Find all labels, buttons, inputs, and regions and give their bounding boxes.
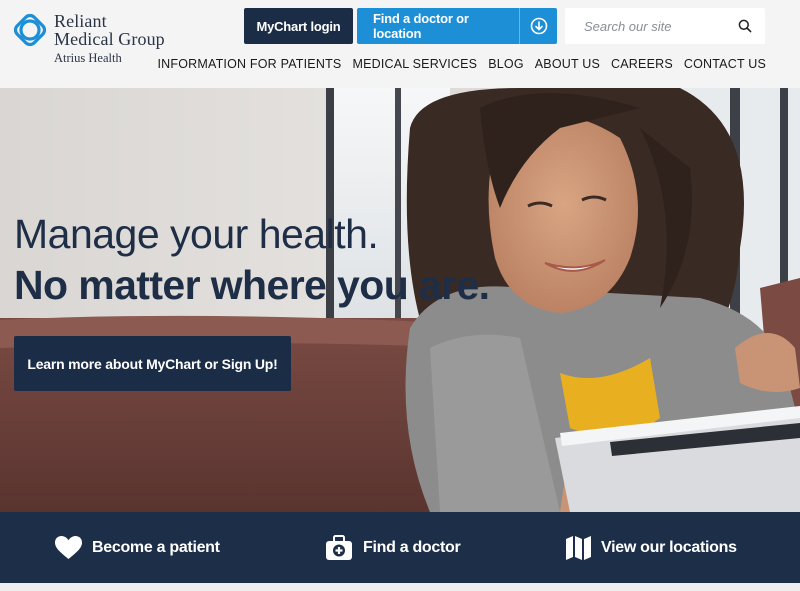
mychart-login-label: MyChart login <box>256 18 341 34</box>
main-nav: INFORMATION FOR PATIENTS MEDICAL SERVICE… <box>146 57 766 71</box>
become-patient-link[interactable]: Become a patient <box>55 512 220 583</box>
logo-line-reliant: Reliant <box>54 11 107 31</box>
find-doctor-location-label: Find a doctor or location <box>373 11 469 41</box>
find-doctor-location-button[interactable]: Find a doctor or location <box>357 8 557 44</box>
heart-icon <box>55 535 82 560</box>
site-search <box>565 8 765 44</box>
page-bottom-strip <box>0 583 800 591</box>
circle-arrow-down-icon[interactable] <box>519 8 557 44</box>
nav-item-contact-us[interactable]: CONTACT US <box>684 57 766 71</box>
medical-kit-icon <box>325 534 353 561</box>
hero-subheadline: No matter where you are. <box>14 262 490 308</box>
become-patient-label: Become a patient <box>92 538 220 556</box>
view-locations-link[interactable]: View our locations <box>566 512 737 583</box>
map-icon <box>566 535 591 560</box>
mychart-signup-button[interactable]: Learn more about MyChart or Sign Up! <box>14 336 291 391</box>
nav-item-information-for-patients[interactable]: INFORMATION FOR PATIENTS <box>157 57 341 71</box>
mychart-signup-label: Learn more about MyChart or Sign Up! <box>27 355 278 372</box>
hero-banner: Manage your health. No matter where you … <box>0 88 800 512</box>
find-doctor-link[interactable]: Find a doctor <box>325 512 461 583</box>
logo[interactable]: Reliant Medical Group Atrius Health <box>12 12 165 66</box>
search-icon[interactable] <box>730 19 760 33</box>
logo-line-medical-group: Medical Group <box>54 29 165 49</box>
site-header: Reliant Medical Group Atrius Health MyCh… <box>0 0 800 88</box>
search-input[interactable] <box>565 18 730 34</box>
mychart-login-button[interactable]: MyChart login <box>244 8 353 44</box>
nav-item-blog[interactable]: BLOG <box>488 57 524 71</box>
nav-item-careers[interactable]: CAREERS <box>611 57 673 71</box>
nav-item-medical-services[interactable]: MEDICAL SERVICES <box>352 57 477 71</box>
view-locations-label: View our locations <box>601 538 737 556</box>
find-doctor-label: Find a doctor <box>363 538 461 556</box>
nav-item-about-us[interactable]: ABOUT US <box>535 57 600 71</box>
logo-mark-icon <box>13 13 47 47</box>
hero-headline: Manage your health. <box>14 211 379 257</box>
quick-links-bar: Become a patient Find a doctor View our … <box>0 512 800 583</box>
